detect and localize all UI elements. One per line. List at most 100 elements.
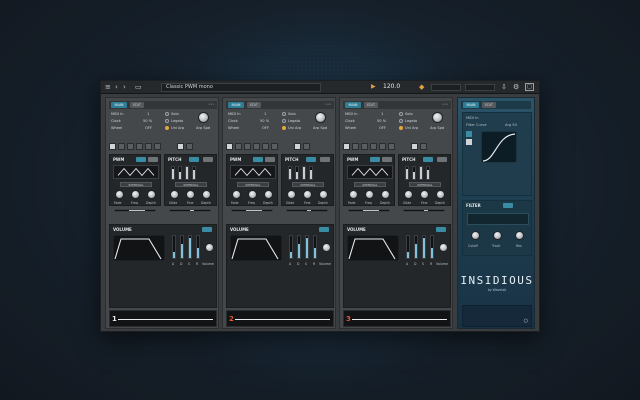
main-tab[interactable]: MAIN [345, 102, 361, 108]
decay-slider[interactable] [297, 235, 301, 259]
pitch-lfo-badge[interactable] [306, 157, 316, 162]
pitch-bar-2[interactable] [412, 166, 416, 180]
solo-radio[interactable] [165, 112, 169, 116]
square-wave-tool[interactable] [109, 143, 116, 150]
release-slider[interactable] [313, 235, 317, 259]
pulse-tool[interactable] [271, 143, 278, 150]
slot-track[interactable]: 2 [226, 310, 334, 327]
pitch-bar-2[interactable] [295, 166, 299, 180]
decay-slider[interactable] [414, 235, 418, 259]
pitch-depth-knob[interactable] [436, 190, 445, 199]
expand-icon[interactable]: □ [525, 83, 534, 91]
pitch-bar-4[interactable] [309, 166, 313, 180]
pwm-range-bar[interactable] [348, 209, 390, 212]
tempo-value[interactable]: 120.0 [383, 83, 400, 90]
filter-badge[interactable] [503, 203, 513, 208]
pwm-range-bar[interactable] [231, 209, 273, 212]
pitch-sync-button[interactable]: INTERNAL [175, 182, 207, 187]
cutoff-knob[interactable] [471, 231, 480, 240]
midi-in-value[interactable]: 1 [147, 112, 149, 116]
side-edit-tab[interactable]: EDIT [482, 102, 496, 108]
attack-slider[interactable] [406, 235, 410, 259]
filter-curve-graph[interactable] [481, 131, 517, 163]
arp-speed-knob[interactable] [315, 112, 326, 123]
noise-tool[interactable] [145, 143, 152, 150]
pwm-depth-knob[interactable] [264, 190, 273, 199]
prev-icon[interactable]: ‹ [115, 83, 118, 91]
preset-name[interactable]: Classic PWM mono [161, 83, 321, 92]
volume-badge[interactable] [436, 227, 446, 232]
pwm-depth-knob[interactable] [381, 190, 390, 199]
save-icon[interactable]: ⇩ [501, 83, 507, 91]
pitch-bar-2[interactable] [178, 166, 182, 180]
pitch-bar-3[interactable] [302, 166, 306, 180]
pitch-glide-knob[interactable] [287, 190, 296, 199]
main-tab[interactable]: MAIN [228, 102, 244, 108]
legato-radio[interactable] [399, 119, 403, 123]
arp-speed-knob[interactable] [198, 112, 209, 123]
pitch-sync-button[interactable]: INTERNAL [409, 182, 441, 187]
decay-slider[interactable] [180, 235, 184, 259]
solo-radio[interactable] [399, 112, 403, 116]
edit-tab[interactable]: EDIT [130, 102, 144, 108]
pitch-range-bar[interactable] [169, 209, 211, 212]
pwm-freq-knob[interactable] [248, 190, 257, 199]
pitch-bar-3[interactable] [419, 166, 423, 180]
slot-menu-icon[interactable]: ⋯ [442, 101, 448, 108]
attack-slider[interactable] [289, 235, 293, 259]
mode-tool[interactable] [294, 143, 301, 150]
slot-menu-icon[interactable]: ⋯ [325, 101, 331, 108]
menu-icon[interactable]: ≡ [105, 83, 111, 91]
sine-wave-tool[interactable] [136, 143, 143, 150]
sustain-slider[interactable] [305, 235, 309, 259]
tri-wave-tool[interactable] [244, 143, 251, 150]
mode-tool[interactable] [411, 143, 418, 150]
volume-knob[interactable] [322, 243, 331, 252]
pitch-bar-1[interactable] [288, 166, 292, 180]
next-icon[interactable]: › [123, 83, 126, 91]
solo-radio[interactable] [282, 112, 286, 116]
uni-arp-radio[interactable] [165, 126, 169, 130]
volume-knob[interactable] [205, 243, 214, 252]
pitch-range-bar[interactable] [286, 209, 328, 212]
clock-value[interactable]: 50 % [143, 119, 152, 123]
pitch-lfo-badge[interactable] [423, 157, 433, 162]
pitch-bar-4[interactable] [192, 166, 196, 180]
pwm-depth-knob[interactable] [147, 190, 156, 199]
pwm-sync-button[interactable]: INTERNAL [354, 182, 386, 187]
square-wave-tool[interactable] [226, 143, 233, 150]
saw-wave-tool[interactable] [352, 143, 359, 150]
sine-wave-tool[interactable] [370, 143, 377, 150]
pitch-glide-knob[interactable] [404, 190, 413, 199]
slot-menu-icon[interactable]: ⋯ [208, 101, 214, 108]
side-main-tab[interactable]: MAIN [463, 102, 479, 108]
arp-speed-knob[interactable] [432, 112, 443, 123]
pitch-fine-knob[interactable] [303, 190, 312, 199]
pwm-fade-knob[interactable] [232, 190, 241, 199]
mode-tool[interactable] [177, 143, 184, 150]
uni-arp-radio[interactable] [399, 126, 403, 130]
saw-wave-tool[interactable] [235, 143, 242, 150]
pulse-tool[interactable] [154, 143, 161, 150]
release-slider[interactable] [430, 235, 434, 259]
pitch-bar-1[interactable] [405, 166, 409, 180]
wheel-value[interactable]: OFF [379, 126, 386, 130]
settings-icon[interactable]: ⚙ [513, 83, 519, 91]
metronome-icon[interactable]: ◆ [419, 83, 424, 91]
pitch-lfo-badge[interactable] [189, 157, 199, 162]
pwm-sync-button[interactable]: INTERNAL [120, 182, 152, 187]
pwm-env-badge[interactable] [265, 157, 275, 162]
envelope-display[interactable] [113, 235, 165, 261]
pwm-fade-knob[interactable] [349, 190, 358, 199]
pwm-fade-knob[interactable] [115, 190, 124, 199]
lp-button[interactable] [466, 131, 472, 137]
midi-in-value[interactable]: 1 [264, 112, 266, 116]
attack-slider[interactable] [172, 235, 176, 259]
pitch-depth-knob[interactable] [319, 190, 328, 199]
pitch-depth-knob[interactable] [202, 190, 211, 199]
clock-value[interactable]: 50 % [377, 119, 386, 123]
noise-tool[interactable] [262, 143, 269, 150]
wheel-value[interactable]: OFF [262, 126, 269, 130]
pitch-sync-button[interactable]: INTERNAL [292, 182, 324, 187]
pitch-env-badge[interactable] [203, 157, 213, 162]
